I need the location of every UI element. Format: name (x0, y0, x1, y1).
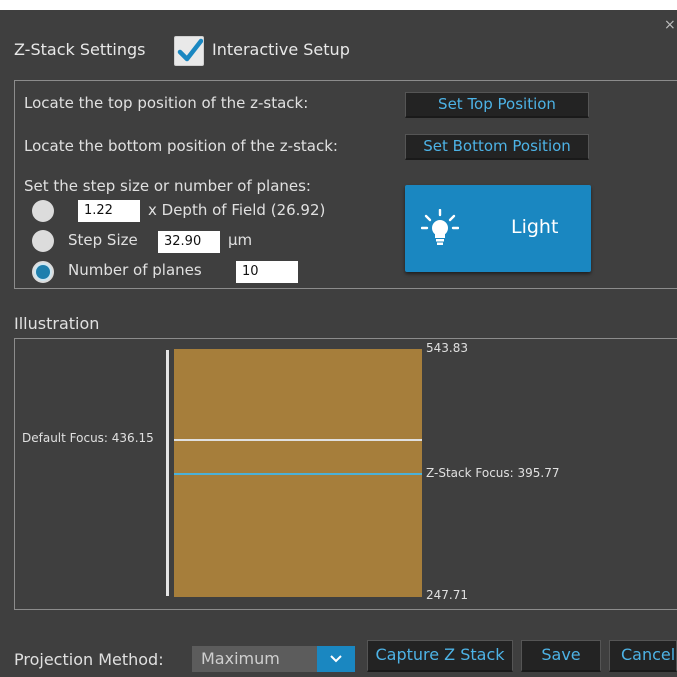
z-stack-focus-line (174, 473, 422, 475)
top-strip (0, 0, 677, 10)
light-button[interactable]: Light (405, 185, 591, 272)
light-bulb-icon (421, 209, 459, 245)
z-stack-focus-label: Z-Stack Focus: 395.77 (426, 466, 560, 480)
dialog-title: Z-Stack Settings (14, 40, 146, 59)
light-button-label: Light (511, 216, 559, 238)
checkmark-icon (177, 38, 203, 62)
step-size-radio[interactable] (32, 230, 54, 252)
default-focus-label: Default Focus: 436.15 (22, 431, 154, 445)
step-heading: Set the step size or number of planes: (24, 177, 311, 195)
dof-multiplier-input[interactable]: 1.22 (78, 200, 140, 222)
step-size-input[interactable]: 32.90 (158, 231, 220, 253)
cancel-button[interactable]: Cancel (609, 640, 677, 672)
bottom-position-label: Locate the bottom position of the z-stac… (24, 137, 338, 155)
dof-radio[interactable] (32, 200, 54, 222)
projection-method-label: Projection Method: (14, 650, 164, 669)
top-value-label: 543.83 (426, 341, 468, 355)
projection-method-select[interactable]: Maximum (192, 646, 355, 672)
set-bottom-position-button[interactable]: Set Bottom Position (405, 134, 589, 160)
top-position-label: Locate the top position of the z-stack: (24, 94, 309, 112)
number-of-planes-input[interactable]: 10 (236, 261, 298, 283)
capture-z-stack-button[interactable]: Capture Z Stack (367, 640, 513, 672)
number-of-planes-radio[interactable] (32, 261, 54, 283)
default-focus-line (174, 439, 422, 441)
illustration-title: Illustration (14, 314, 100, 333)
step-size-label: Step Size (68, 231, 138, 249)
dof-suffix-label: x Depth of Field (26.92) (148, 201, 326, 219)
set-top-position-button[interactable]: Set Top Position (405, 92, 589, 118)
dropdown-arrow[interactable] (317, 646, 355, 672)
close-icon[interactable]: × (664, 18, 676, 32)
number-of-planes-label: Number of planes (68, 261, 202, 279)
bottom-value-label: 247.71 (426, 588, 468, 602)
save-button[interactable]: Save (521, 640, 601, 672)
projection-method-value: Maximum (201, 649, 280, 668)
focus-axis-line (166, 350, 169, 596)
interactive-setup-label: Interactive Setup (212, 40, 350, 59)
interactive-setup-checkbox[interactable] (174, 36, 204, 66)
step-size-unit: µm (228, 231, 253, 249)
chevron-down-icon (330, 655, 342, 663)
